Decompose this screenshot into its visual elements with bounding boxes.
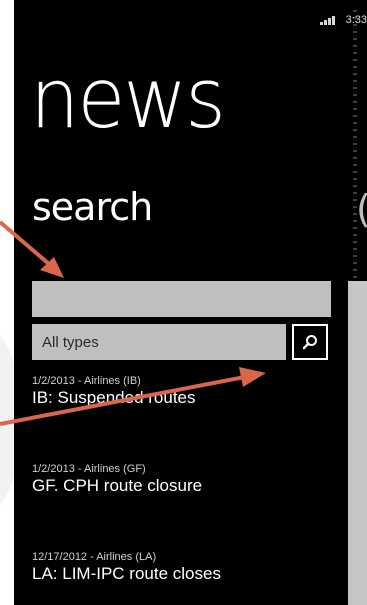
news-item-meta: 12/17/2012 - Airlines (LA) — [32, 551, 157, 563]
news-item[interactable]: 1/2/2013 - Airlines (IB) IB: Suspended r… — [32, 374, 332, 408]
screenshot-stage: 3:33 news search ( All types 1/2/2013 - … — [0, 0, 367, 605]
type-select[interactable]: All types — [32, 324, 286, 360]
search-input[interactable] — [32, 281, 331, 317]
news-item-meta: 1/2/2013 - Airlines (IB) — [32, 375, 141, 387]
status-bar: 3:33 — [319, 12, 367, 28]
type-select-value: All types — [42, 333, 99, 351]
status-time: 3:33 — [345, 14, 367, 26]
app-title: news — [30, 51, 226, 148]
side-texture — [353, 10, 357, 310]
news-item-meta: 1/2/2013 - Airlines (GF) — [32, 463, 146, 475]
signal-icon — [319, 15, 338, 25]
pivot-header-search[interactable]: search — [32, 188, 153, 226]
phone-screen: 3:33 news search ( All types 1/2/2013 - … — [14, 0, 367, 605]
news-item[interactable]: 12/17/2012 - Airlines (LA) LA: LIM-IPC r… — [32, 550, 332, 584]
news-item-title: LA: LIM-IPC route closes — [32, 564, 221, 583]
search-button[interactable] — [292, 324, 328, 360]
news-item-title: IB: Suspended routes — [32, 388, 196, 407]
news-item[interactable]: 1/2/2013 - Airlines (GF) GF. CPH route c… — [32, 462, 332, 496]
news-item-title: GF. CPH route closure — [32, 476, 203, 495]
next-pivot-panel — [348, 281, 367, 605]
magnifier-icon — [302, 335, 317, 350]
pivot-header-next[interactable]: ( — [356, 190, 367, 228]
